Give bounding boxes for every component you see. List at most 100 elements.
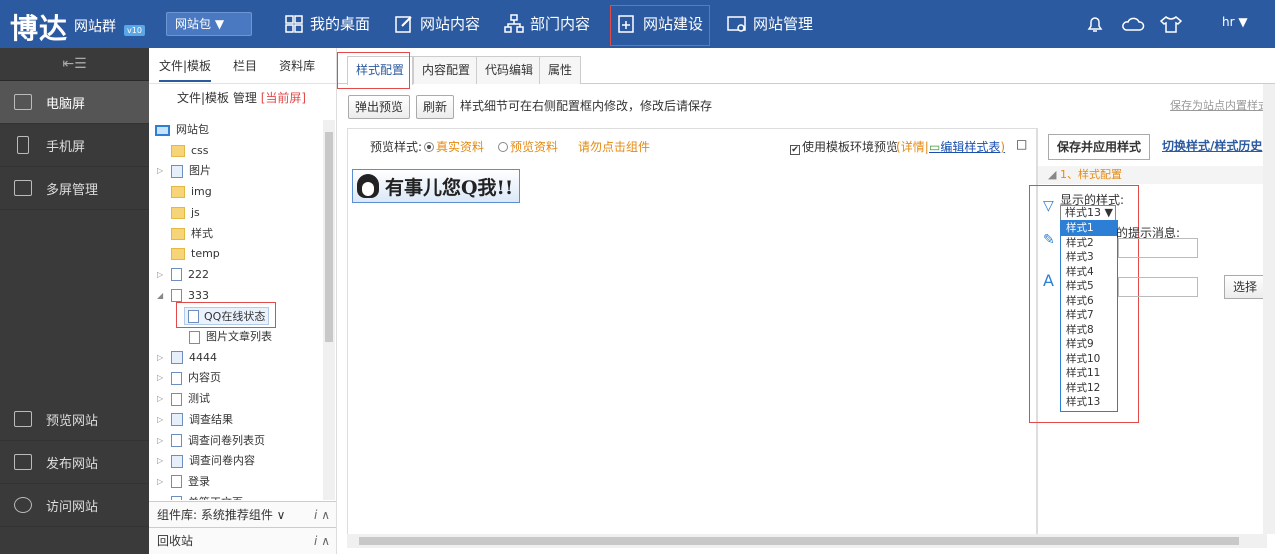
style-input[interactable] — [1118, 277, 1198, 297]
style-select[interactable]: 样式13 ▼ — [1060, 205, 1116, 221]
bell-icon[interactable] — [1085, 14, 1105, 34]
tree-node[interactable]: ▷ 4444 — [157, 348, 217, 368]
tab-code-edit[interactable]: 代码编辑 — [476, 56, 543, 84]
save-apply-style-button[interactable]: 保存并应用样式 — [1048, 134, 1151, 160]
nav-site-manage[interactable]: 网站管理 — [727, 12, 813, 36]
expand-arrow-icon[interactable]: ▷ — [157, 161, 165, 181]
tree-node[interactable]: ▷ 调查问卷列表页 — [157, 431, 265, 451]
style-option[interactable]: 样式13 — [1061, 395, 1117, 410]
sidebar-item-publish-site[interactable]: 发布网站 — [0, 441, 149, 484]
edit-stylesheet-link[interactable]: ▭编辑样式表) — [929, 138, 1005, 155]
scroll-thumb[interactable] — [325, 132, 333, 342]
expand-arrow-icon[interactable]: ▷ — [157, 389, 165, 409]
tree-node[interactable]: ▷ 登录 — [157, 472, 210, 492]
tab-columns[interactable]: 栏目 — [233, 57, 257, 74]
expand-arrow-icon[interactable]: ◢ — [157, 286, 165, 306]
sidebar-item-visit-site[interactable]: 访问网站 — [0, 484, 149, 527]
main-vertical-scrollbar[interactable] — [1263, 84, 1275, 534]
nav-site-content[interactable]: 网站内容 — [394, 12, 480, 36]
preview-data-radio[interactable]: 预览资料 — [498, 138, 558, 155]
tab-properties[interactable]: 属性 — [539, 56, 582, 84]
cloud-icon[interactable] — [1121, 14, 1145, 34]
style-option[interactable]: 样式4 — [1061, 265, 1117, 280]
expand-arrow-icon[interactable]: ▷ — [157, 493, 165, 500]
tree-node-label: QQ在线状态 — [204, 310, 266, 323]
collapse-menu-icon[interactable]: ⇤☰ — [0, 48, 149, 81]
real-data-radio[interactable]: 真实资料 — [424, 138, 484, 155]
tree-node[interactable]: css — [157, 141, 209, 161]
tree-node[interactable]: 样式 — [157, 224, 213, 244]
sidebar-item-preview-site[interactable]: 预览网站 — [0, 398, 149, 441]
style-option[interactable]: 样式1 — [1061, 221, 1117, 236]
style-option[interactable]: 样式12 — [1061, 381, 1117, 396]
tree-scrollbar[interactable] — [323, 120, 335, 500]
info-and-collapse-icon[interactable]: i ∧ — [314, 502, 330, 528]
sidebar-item-label: 发布网站 — [46, 456, 99, 472]
style-option[interactable]: 样式6 — [1061, 294, 1117, 309]
tree-node[interactable]: img — [157, 182, 212, 202]
expand-arrow-icon[interactable]: ▷ — [157, 368, 165, 388]
tree-node[interactable]: ▷ 调查问卷内容 — [157, 451, 255, 471]
site-package-dropdown[interactable]: 网站包 ▼ — [166, 12, 252, 36]
sidebar-item-multi-screen[interactable]: 多屏管理 — [0, 167, 149, 210]
choose-button[interactable]: 选择 — [1224, 275, 1267, 299]
component-library-bar[interactable]: 组件库: 系统推荐组件 ∨ i ∧ — [149, 501, 336, 527]
tree-node[interactable]: 网站包 — [155, 120, 209, 140]
sidebar-item-mobile-screen[interactable]: 手机屏 — [0, 124, 149, 167]
tree-node[interactable]: ▷ 单篇正文页 — [157, 493, 243, 500]
tree-node[interactable]: js — [157, 203, 200, 223]
info-and-collapse-icon[interactable]: i ∧ — [314, 528, 330, 554]
switch-style-history-link[interactable]: 切换样式/样式历史 — [1162, 137, 1262, 154]
refresh-button[interactable]: 刷新 — [416, 95, 455, 119]
nav-label: 部门内容 — [530, 15, 591, 33]
style-option[interactable]: 样式3 — [1061, 250, 1117, 265]
tree-node-selected[interactable]: QQ在线状态 — [184, 307, 270, 325]
expand-arrow-icon[interactable]: ▷ — [157, 348, 165, 368]
main-tabs: 样式配置 内容配置 代码编辑 属性 — [337, 48, 1275, 89]
style-option[interactable]: 样式2 — [1061, 236, 1117, 251]
page-icon — [171, 371, 182, 385]
component-library-label: 组件库: 系统推荐组件 — [157, 508, 273, 522]
popup-preview-button[interactable]: 弹出预览 — [348, 95, 411, 119]
tab-content-config[interactable]: 内容配置 — [413, 56, 480, 84]
tab-library[interactable]: 资料库 — [279, 57, 315, 74]
scroll-thumb[interactable] — [359, 537, 1239, 545]
detail-link[interactable]: (详情| — [896, 138, 929, 155]
tree-node[interactable]: temp — [157, 244, 220, 264]
tip-message-input[interactable] — [1118, 238, 1198, 258]
style-option[interactable]: 样式8 — [1061, 323, 1117, 338]
expand-arrow-icon[interactable]: ▷ — [157, 451, 165, 471]
tab-files-templates[interactable]: 文件|模板 — [159, 57, 212, 82]
style-option[interactable]: 样式9 — [1061, 337, 1117, 352]
tree-node[interactable]: ▷ 调查结果 — [157, 410, 233, 430]
style-option[interactable]: 样式5 — [1061, 279, 1117, 294]
shirt-icon[interactable] — [1159, 14, 1183, 34]
tree-node[interactable]: ▷ 测试 — [157, 389, 210, 409]
qq-online-widget[interactable]: 有事儿您Q我!! — [352, 169, 520, 203]
main-horizontal-scrollbar[interactable] — [347, 534, 1267, 548]
tree-node-label: 网站包 — [176, 123, 209, 136]
fullscreen-icon[interactable]: □ — [1016, 137, 1027, 151]
nav-dept-content[interactable]: 部门内容 — [504, 12, 590, 36]
expand-arrow-icon[interactable]: ▷ — [157, 472, 165, 492]
expand-arrow-icon[interactable]: ▷ — [157, 265, 165, 285]
style-option[interactable]: 样式7 — [1061, 308, 1117, 323]
nav-my-desktop[interactable]: 我的桌面 — [284, 12, 370, 36]
recycle-bin-bar[interactable]: 回收站 i ∧ — [149, 527, 336, 554]
edit-icon — [395, 16, 412, 33]
tree-node[interactable]: ▷ 内容页 — [157, 368, 221, 388]
sidebar-item-desktop-screen[interactable]: 电脑屏 — [0, 81, 149, 124]
style-option[interactable]: 样式11 — [1061, 366, 1117, 381]
tree-node[interactable]: 图片文章列表 — [175, 327, 272, 347]
style-option[interactable]: 样式10 — [1061, 352, 1117, 367]
style-config-section-header[interactable]: ◢ 1、样式配置 — [1038, 166, 1275, 184]
nav-label: 网站建设 — [643, 15, 704, 33]
use-template-env-checkbox[interactable]: ✔ 使用模板环境预览 — [790, 138, 898, 155]
nav-site-build[interactable]: 网站建设 — [617, 12, 703, 36]
user-menu[interactable]: hr ▼ — [1222, 15, 1248, 29]
tree-node[interactable]: ▷ 图片 — [157, 161, 211, 181]
tree-node[interactable]: ▷ 222 — [157, 265, 209, 285]
save-inner-style-link[interactable]: 保存为站点内置样式 — [1170, 97, 1269, 113]
expand-arrow-icon[interactable]: ▷ — [157, 431, 165, 451]
expand-arrow-icon[interactable]: ▷ — [157, 410, 165, 430]
